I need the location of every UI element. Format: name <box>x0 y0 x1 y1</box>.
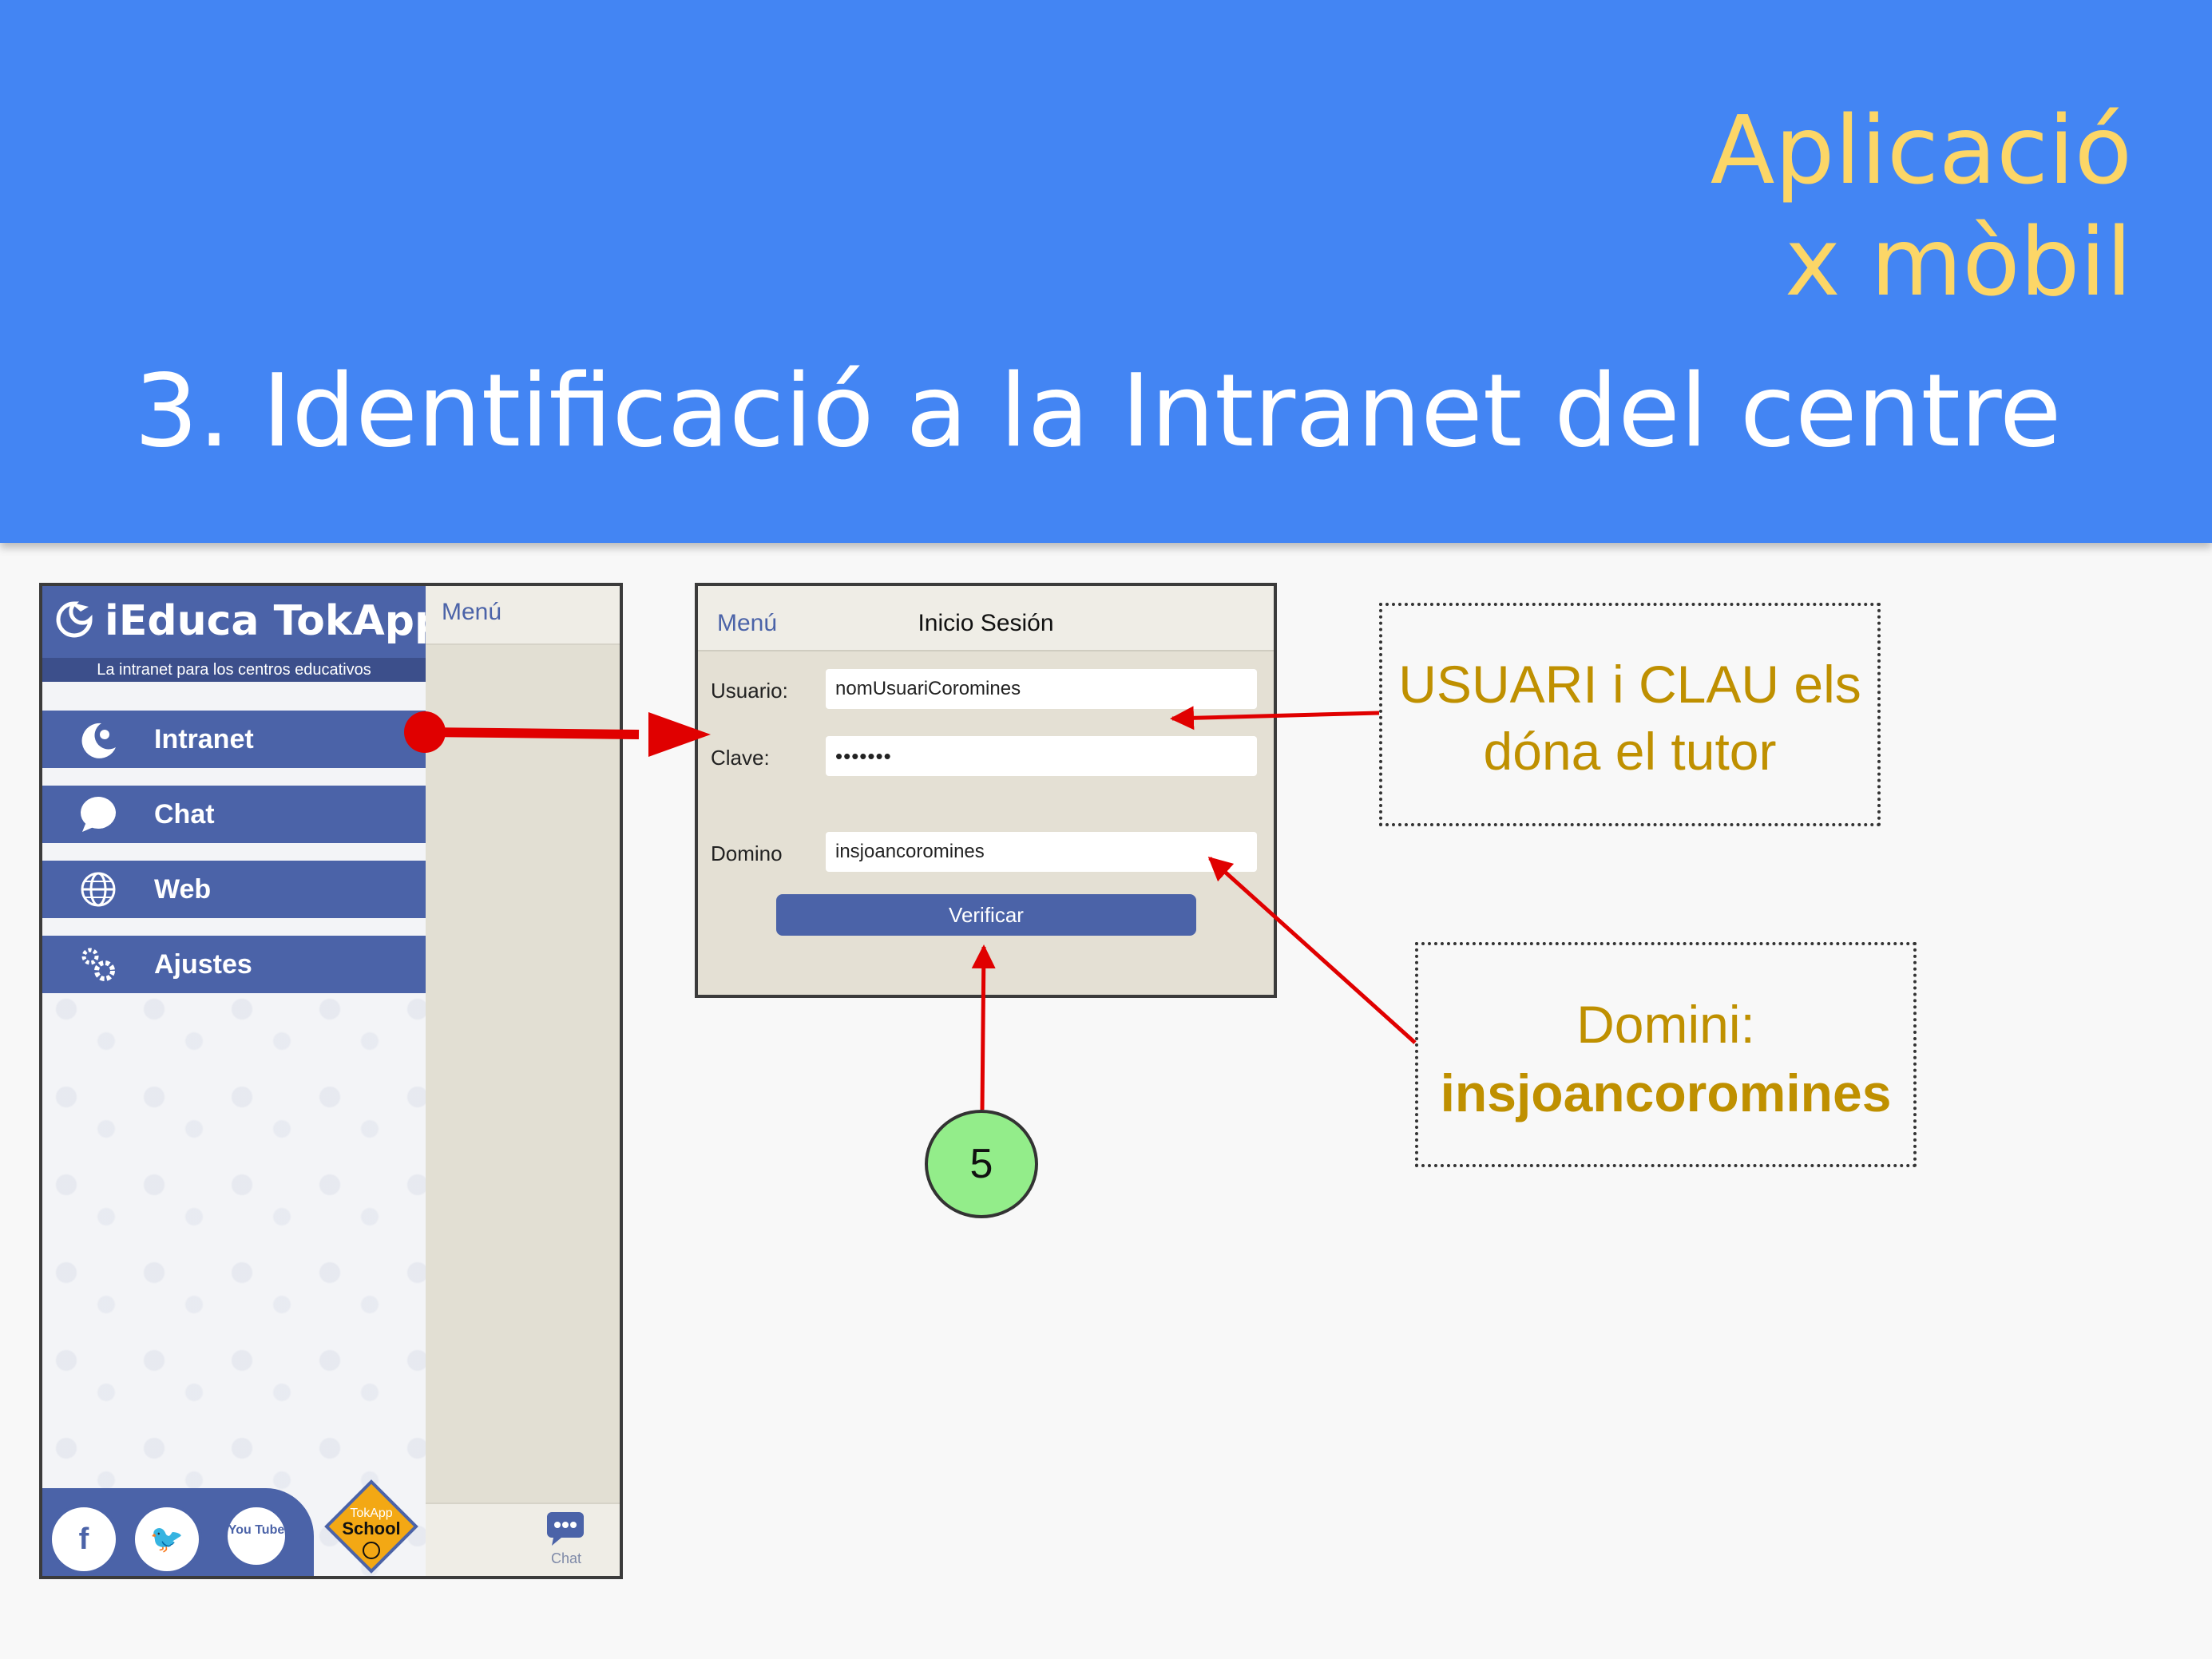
gears-icon <box>81 948 115 981</box>
verify-button[interactable]: Verificar <box>776 894 1196 936</box>
youtube-glyph: You Tube <box>228 1523 285 1537</box>
nav-title: Inicio Sesión <box>918 610 1054 636</box>
login-navbar: Menú Inicio Sesión <box>698 586 1274 651</box>
password-label: Clave: <box>711 746 770 770</box>
app-title-line1: Aplicació <box>1710 95 2132 205</box>
domain-label: Domino <box>711 841 783 865</box>
menu-item-chat[interactable]: Chat <box>42 786 426 843</box>
brand-header: iEduca TokApp La intranet para los centr… <box>42 586 444 682</box>
slide-title: 3. Identificació a la Intranet del centr… <box>134 352 2062 469</box>
brand-tagline: La intranet para los centros educativos <box>42 658 426 682</box>
login-screenshot: Menú Inicio Sesión Usuario: nomUsuariCor… <box>695 583 1277 998</box>
app-title-line2: x mòbil <box>1785 207 2132 317</box>
menu-item-label: Ajustes <box>154 949 252 980</box>
twitter-icon[interactable]: 🐦 <box>132 1504 202 1574</box>
ieduca-logo-icon <box>56 601 93 638</box>
slide-header: Aplicació x mòbil 3. Identificació a la … <box>0 0 2212 543</box>
facebook-icon[interactable]: f <box>49 1504 119 1574</box>
app-title: Aplicació x mòbil <box>1711 94 2132 318</box>
chat-tab-icon[interactable] <box>545 1511 585 1547</box>
youtube-icon[interactable]: You Tube <box>224 1504 288 1568</box>
menu-link[interactable]: Menú <box>442 599 501 626</box>
step-badge: 5 <box>925 1110 1038 1218</box>
tokapp-school-badge[interactable]: TokApp School <box>323 1479 419 1574</box>
menu-item-label: Web <box>154 874 212 905</box>
content-panel: Menú Chat <box>426 586 620 1576</box>
menu-item-label: Chat <box>154 799 215 830</box>
user-label: Usuario: <box>711 679 788 703</box>
chat-tab-label: Chat <box>550 1550 582 1566</box>
domain-callout-line1: Domini: <box>1576 995 1755 1054</box>
password-input[interactable]: ••••••• <box>826 736 1257 776</box>
globe-icon <box>81 872 116 907</box>
content-bottombar: Chat <box>426 1503 620 1576</box>
school-badge-main: School <box>342 1518 400 1538</box>
moon-logo-icon <box>81 723 116 758</box>
twitter-glyph: 🐦 <box>149 1524 184 1554</box>
chat-bubble-icon <box>81 797 116 832</box>
credentials-callout-line2: dóna el tutor <box>1483 722 1777 781</box>
menu-item-intranet[interactable]: Intranet <box>42 711 426 768</box>
user-input[interactable]: nomUsuariCoromines <box>826 669 1257 709</box>
credentials-callout: USUARI i CLAU els dóna el tutor <box>1379 603 1881 826</box>
menu-item-web[interactable]: Web <box>42 861 426 918</box>
domain-input[interactable]: insjoancoromines <box>826 832 1257 872</box>
credentials-callout-line1: USUARI i CLAU els <box>1398 655 1861 714</box>
menu-item-label: Intranet <box>154 724 254 754</box>
menu-item-ajustes[interactable]: Ajustes <box>42 936 426 993</box>
side-menu: iEduca TokApp La intranet para los centr… <box>42 586 444 1576</box>
app-menu-screenshot: iEduca TokApp La intranet para los centr… <box>39 583 623 1579</box>
facebook-glyph: f <box>78 1522 89 1556</box>
brand-name: iEduca TokApp <box>105 597 445 645</box>
domain-callout: Domini: insjoancoromines <box>1415 942 1917 1167</box>
content-topbar: Menú <box>426 586 620 645</box>
domain-callout-line2: insjoancoromines <box>1440 1063 1892 1122</box>
